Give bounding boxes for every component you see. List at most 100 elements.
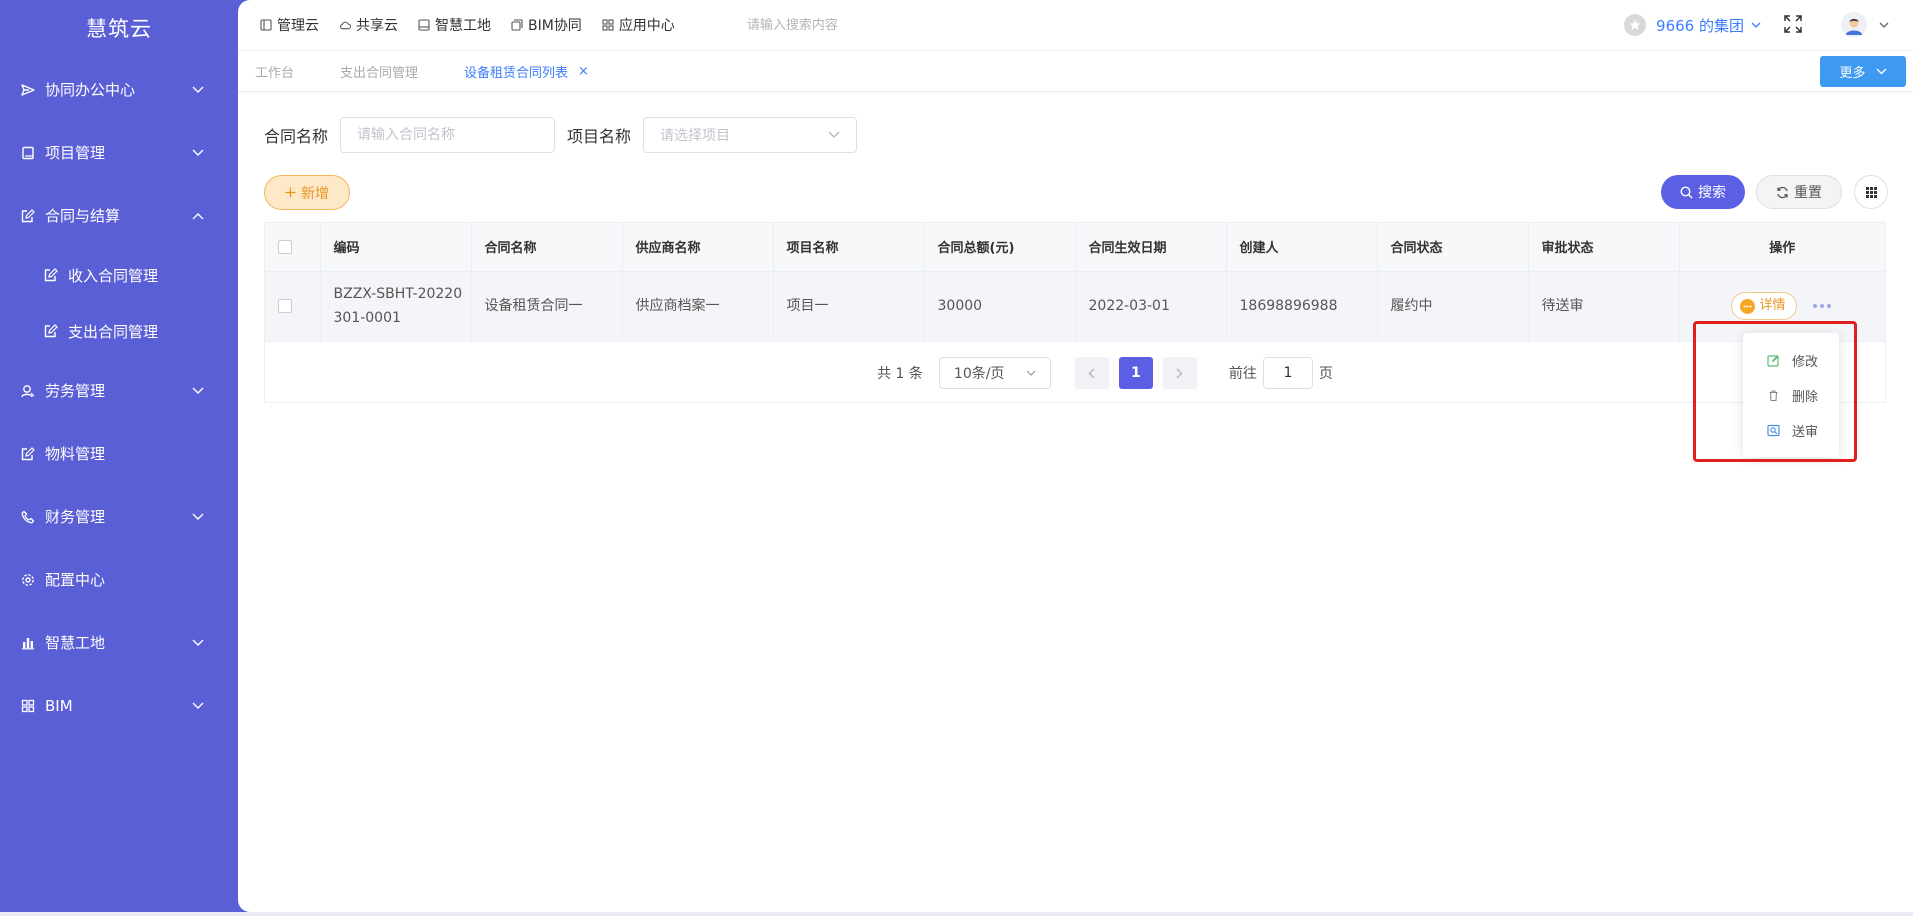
sidebar-item-labor-mgmt[interactable]: 劳务管理 — [0, 359, 238, 422]
top-nav: 管理云 共享云 智慧工地 BIM协同 应用中心 9666 的集团 — [238, 0, 1913, 50]
row-select-cell — [265, 271, 321, 342]
column-header: 审批状态 — [1528, 223, 1680, 272]
sidebar-item-smart-site[interactable]: 智慧工地 — [0, 611, 238, 674]
sidebar-subitem-income-contract[interactable]: 收入合同管理 — [0, 247, 238, 303]
page-jumper-input[interactable] — [1262, 357, 1313, 389]
cloud-icon — [339, 19, 351, 31]
next-page-button[interactable] — [1162, 357, 1197, 389]
topnav-link-smart-site[interactable]: 智慧工地 — [418, 15, 491, 35]
chevron-right-icon — [1176, 368, 1183, 379]
tab-label: 设备租赁合同列表 — [464, 65, 569, 81]
chevron-up-icon — [192, 210, 204, 222]
reset-button-label: 重置 — [1794, 185, 1822, 201]
topnav-link-label: 管理云 — [277, 18, 319, 34]
page-number-button[interactable]: 1 — [1118, 357, 1153, 389]
tab-equipment-lease-list[interactable]: 设备租赁合同列表 × — [464, 62, 589, 81]
contract-name-input[interactable] — [340, 117, 556, 153]
topnav-link-shared-cloud[interactable]: 共享云 — [339, 15, 398, 35]
search-icon — [1680, 185, 1693, 199]
topnav-link-management-cloud[interactable]: 管理云 — [260, 15, 319, 35]
cell-effective-date: 2022-03-01 — [1075, 271, 1227, 342]
project-select-placeholder: 请选择项目 — [660, 128, 731, 144]
sidebar-item-label: 配置中心 — [45, 571, 106, 589]
global-search-input[interactable] — [746, 17, 947, 33]
contract-name-label: 合同名称 — [264, 127, 329, 146]
tab-expense-contract-mgmt[interactable]: 支出合同管理 — [340, 62, 418, 81]
more-button[interactable]: 更多 — [1820, 56, 1906, 87]
row-more-button[interactable] — [1812, 304, 1834, 308]
topnav-link-label: 共享云 — [356, 18, 398, 34]
column-settings-button[interactable] — [1854, 175, 1888, 209]
menu-item-delete[interactable]: 删除 — [1743, 378, 1839, 413]
select-all-checkbox[interactable] — [278, 239, 292, 254]
trash-icon — [1767, 389, 1780, 402]
page-jumper-prefix: 前往 — [1228, 366, 1257, 382]
edit-doc-icon — [43, 267, 59, 283]
topnav-link-bim-collab[interactable]: BIM协同 — [511, 15, 582, 35]
search-button[interactable]: 搜索 — [1661, 175, 1745, 209]
pagination-total: 共 1 条 — [877, 366, 923, 382]
sidebar-item-bim[interactable]: BIM — [0, 674, 238, 737]
sidebar-item-project-mgmt[interactable]: 项目管理 — [0, 121, 238, 184]
phone-icon — [20, 509, 36, 525]
sidebar-subitem-expense-contract[interactable]: 支出合同管理 — [0, 303, 238, 359]
chevron-down-icon — [192, 511, 204, 523]
tab-workbench[interactable]: 工作台 — [255, 62, 294, 81]
plus-icon — [285, 187, 296, 198]
column-header: 编码 — [320, 223, 472, 272]
filter-row: 合同名称 项目名称 请选择项目 — [264, 117, 858, 153]
bottom-strip — [0, 912, 1913, 916]
project-select[interactable]: 请选择项目 — [643, 117, 858, 153]
row-checkbox[interactable] — [278, 299, 292, 313]
tabs-bar: 工作台 支出合同管理 设备租赁合同列表 × 更多 — [238, 50, 1913, 92]
cell-code-text: BZZX-SBHT-20220301-0001 — [333, 286, 463, 326]
close-icon[interactable]: × — [578, 64, 589, 79]
reset-button[interactable]: 重置 — [1756, 175, 1842, 209]
fullscreen-icon[interactable] — [1783, 14, 1805, 36]
prev-page-button[interactable] — [1074, 357, 1109, 389]
page-size-value: 10条/页 — [953, 366, 1005, 382]
chevron-down-icon — [828, 131, 840, 139]
app-brand: 慧筑云 — [86, 17, 152, 41]
add-button[interactable]: 新增 — [264, 175, 350, 210]
topnav-link-app-center[interactable]: 应用中心 — [602, 15, 675, 35]
chevron-down-icon — [1876, 68, 1887, 75]
sidebar-item-label: 收入合同管理 — [68, 266, 159, 285]
project-name-label: 项目名称 — [567, 127, 632, 146]
menu-item-label: 修改 — [1792, 355, 1819, 370]
cell-creator: 18698896988 — [1226, 271, 1378, 342]
user-avatar[interactable] — [1841, 12, 1867, 38]
sidebar-item-label: 智慧工地 — [45, 634, 106, 652]
sidebar-item-finance-mgmt[interactable]: 财务管理 — [0, 485, 238, 548]
bar-chart-icon — [20, 635, 36, 651]
chevron-down-icon — [1751, 22, 1761, 29]
submit-icon — [1767, 424, 1780, 437]
cell-contract-name: 设备租赁合同一 — [471, 271, 623, 342]
add-button-label: 新增 — [301, 185, 329, 202]
sidebar-item-config-center[interactable]: 配置中心 — [0, 548, 238, 611]
column-header: 项目名称 — [773, 223, 925, 272]
page-size-select[interactable]: 10条/页 — [938, 357, 1051, 389]
tab-label: 支出合同管理 — [340, 65, 419, 81]
sidebar-item-contract-settlement[interactable]: 合同与结算 — [0, 184, 238, 247]
table-row[interactable]: BZZX-SBHT-20220301-0001 设备租赁合同一 供应商档案一 项… — [265, 271, 1885, 342]
cell-amount: 30000 — [924, 271, 1076, 342]
chevron-down-icon — [192, 637, 204, 649]
chevron-down-icon[interactable] — [1879, 22, 1889, 29]
edit-icon — [1767, 354, 1780, 367]
column-header: 供应商名称 — [622, 223, 774, 272]
sidebar-item-collab-office[interactable]: 协同办公中心 — [0, 58, 238, 121]
menu-item-submit-review[interactable]: 送审 — [1743, 413, 1839, 448]
sidebar-menu: 协同办公中心 项目管理 合同与结算 收入合同管理 支出合同管理 劳务管理 物料管… — [0, 58, 238, 737]
chevron-down-icon — [1026, 370, 1036, 377]
more-button-label: 更多 — [1839, 66, 1866, 81]
sidebar-item-label: 协同办公中心 — [45, 81, 136, 99]
column-header: 合同名称 — [471, 223, 623, 272]
group-selector[interactable]: 9666 的集团 — [1624, 14, 1761, 36]
sidebar-item-material-mgmt[interactable]: 物料管理 — [0, 422, 238, 485]
detail-button[interactable]: 详情 — [1730, 292, 1797, 320]
search-button-label: 搜索 — [1698, 185, 1726, 201]
menu-item-edit[interactable]: 修改 — [1743, 343, 1839, 378]
cell-approval-status: 待送审 — [1528, 271, 1680, 342]
cell-actions: 详情 — [1679, 271, 1885, 342]
